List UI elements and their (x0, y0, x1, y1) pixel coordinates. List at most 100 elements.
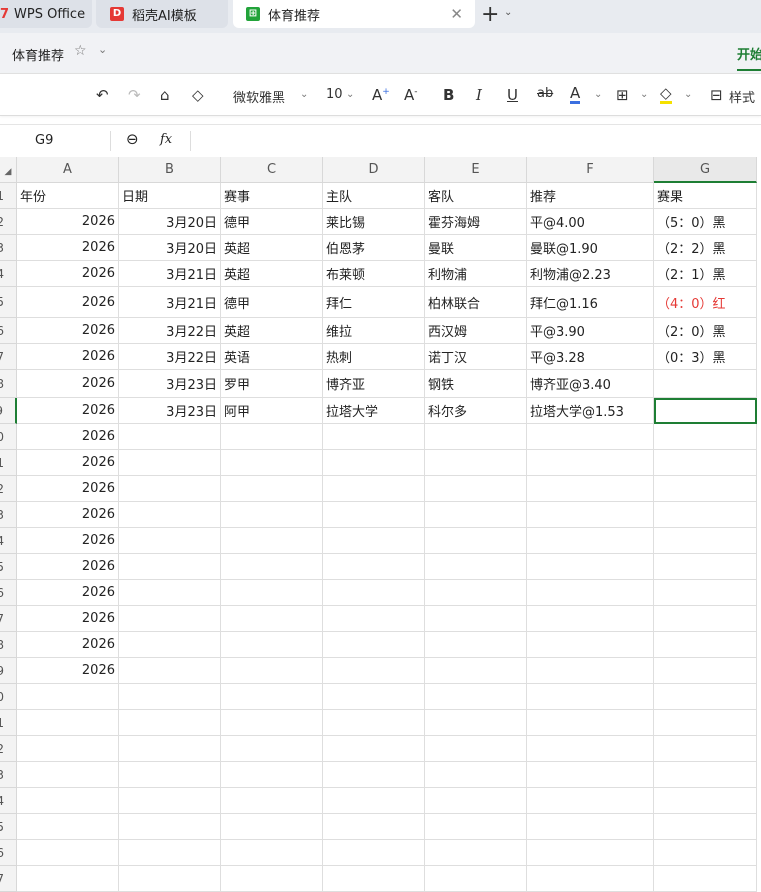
cell[interactable] (425, 606, 527, 632)
cell[interactable] (425, 424, 527, 450)
cell[interactable] (221, 658, 323, 684)
cell[interactable]: 博齐亚 (323, 370, 425, 398)
row-header[interactable]: 11 (0, 450, 17, 476)
cell[interactable] (221, 528, 323, 554)
tab-docer-templates[interactable]: D 稻壳AI模板 (96, 0, 228, 28)
ribbon-tab-home[interactable]: 开始 (737, 44, 761, 71)
cell[interactable] (654, 788, 757, 814)
cell[interactable] (221, 554, 323, 580)
column-header-G[interactable]: G (654, 157, 757, 183)
cell[interactable] (221, 736, 323, 762)
cell[interactable] (119, 450, 221, 476)
cell[interactable]: 2026 (17, 318, 119, 344)
cell[interactable]: 2026 (17, 606, 119, 632)
tab-sports-recommend[interactable]: ⊞ 体育推荐 ✕ (233, 0, 475, 28)
cell[interactable]: （2：1）黑 (654, 261, 757, 287)
row-header[interactable]: 10 (0, 424, 17, 450)
row-header[interactable]: 2 (0, 209, 17, 235)
cell[interactable] (527, 866, 654, 892)
cell[interactable] (323, 814, 425, 840)
cell[interactable]: 西汉姆 (425, 318, 527, 344)
row-header[interactable]: 14 (0, 528, 17, 554)
cell[interactable]: 德甲 (221, 209, 323, 235)
cell[interactable] (323, 710, 425, 736)
cell[interactable]: 2026 (17, 398, 119, 424)
chevron-down-icon[interactable]: ⌄ (346, 89, 354, 100)
cell[interactable]: 维拉 (323, 318, 425, 344)
cell[interactable] (527, 736, 654, 762)
italic-icon[interactable]: I (476, 86, 482, 104)
cell[interactable] (323, 476, 425, 502)
cell[interactable]: 英超 (221, 261, 323, 287)
cell[interactable] (323, 684, 425, 710)
cell[interactable] (527, 606, 654, 632)
cell[interactable]: 2026 (17, 632, 119, 658)
cell[interactable] (527, 450, 654, 476)
cell[interactable] (654, 450, 757, 476)
cell[interactable] (323, 528, 425, 554)
header-cell[interactable]: 赛事 (221, 183, 323, 209)
cell[interactable] (119, 502, 221, 528)
chevron-down-icon[interactable]: ⌄ (504, 7, 512, 18)
cell[interactable] (323, 788, 425, 814)
cell[interactable]: 曼联@1.90 (527, 235, 654, 261)
decrease-font-icon[interactable]: A- (404, 86, 418, 104)
cell[interactable]: 诺丁汉 (425, 344, 527, 370)
row-header[interactable]: 21 (0, 710, 17, 736)
star-icon[interactable]: ☆ (74, 43, 87, 59)
row-header[interactable]: 8 (0, 370, 17, 398)
cell[interactable]: 2026 (17, 287, 119, 318)
cell[interactable]: 3月22日 (119, 344, 221, 370)
cell[interactable] (654, 580, 757, 606)
cell[interactable]: 2026 (17, 658, 119, 684)
cell[interactable] (425, 736, 527, 762)
cell[interactable] (221, 580, 323, 606)
cell[interactable]: 拜仁@1.16 (527, 287, 654, 318)
cell[interactable] (425, 814, 527, 840)
cell[interactable]: 利物浦@2.23 (527, 261, 654, 287)
cell[interactable] (425, 684, 527, 710)
header-cell[interactable]: 年份 (17, 183, 119, 209)
chevron-down-icon[interactable]: ⌄ (594, 89, 602, 100)
cell[interactable]: 伯恩茅 (323, 235, 425, 261)
cell-style-button[interactable]: 样式 (729, 87, 755, 106)
font-color-icon[interactable]: A (570, 86, 581, 104)
row-header[interactable]: 18 (0, 632, 17, 658)
cell[interactable]: 钢铁 (425, 370, 527, 398)
cell[interactable] (221, 840, 323, 866)
cell[interactable]: 平@3.90 (527, 318, 654, 344)
cell[interactable]: 德甲 (221, 287, 323, 318)
cell[interactable]: （2：2）黑 (654, 235, 757, 261)
header-cell[interactable]: 赛果 (654, 183, 757, 209)
cell[interactable]: 3月20日 (119, 235, 221, 261)
cell[interactable]: 2026 (17, 580, 119, 606)
chevron-down-icon[interactable]: ⌄ (684, 89, 692, 100)
cell[interactable] (654, 370, 757, 398)
cell[interactable] (17, 814, 119, 840)
cell[interactable] (221, 424, 323, 450)
cell[interactable]: 英语 (221, 344, 323, 370)
font-size-select[interactable]: 10 (326, 87, 343, 102)
undo-icon[interactable]: ↶ (96, 86, 109, 104)
cell[interactable] (527, 632, 654, 658)
chevron-down-icon[interactable]: ⌄ (640, 89, 648, 100)
cell[interactable] (221, 762, 323, 788)
cell[interactable] (527, 814, 654, 840)
header-cell[interactable]: 日期 (119, 183, 221, 209)
cell[interactable] (221, 684, 323, 710)
row-header[interactable]: 25 (0, 814, 17, 840)
cell[interactable] (323, 840, 425, 866)
cell[interactable] (221, 632, 323, 658)
tab-wps-office[interactable]: 7 WPS Office (0, 0, 92, 28)
cell[interactable] (119, 424, 221, 450)
cell[interactable] (119, 580, 221, 606)
row-header[interactable]: 27 (0, 866, 17, 892)
cell[interactable]: 博齐亚@3.40 (527, 370, 654, 398)
column-header-A[interactable]: A (17, 157, 119, 183)
cell[interactable]: 阿甲 (221, 398, 323, 424)
cell[interactable]: 科尔多 (425, 398, 527, 424)
cell[interactable] (527, 840, 654, 866)
cell[interactable] (425, 762, 527, 788)
format-painter-icon[interactable]: ⌂ (160, 86, 170, 104)
cell[interactable] (119, 528, 221, 554)
